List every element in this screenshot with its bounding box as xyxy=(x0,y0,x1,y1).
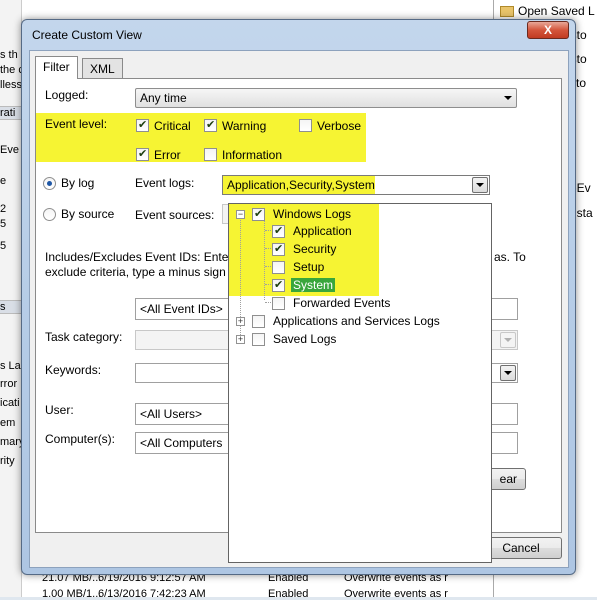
bg-action-label: to xyxy=(576,76,587,90)
tree-node-label: Saved Logs xyxy=(273,332,337,346)
chevron-down-icon xyxy=(476,183,484,187)
log-policy: Overwrite events as r xyxy=(344,588,448,600)
event-logs-value: Application,Security,System xyxy=(227,178,375,192)
critical-label: Critical xyxy=(154,119,191,133)
bg-left-text: 5 xyxy=(0,218,7,230)
bg-left-header: s xyxy=(0,300,22,314)
task-category-label: Task category: xyxy=(45,330,123,344)
applications-services-checkbox[interactable] xyxy=(252,315,265,328)
log-size: 1.00 MB/1... xyxy=(42,588,102,600)
includes-description-line1-end: as. To xyxy=(494,250,526,264)
logged-label: Logged: xyxy=(45,88,89,102)
tree-node-label: Forwarded Events xyxy=(293,296,391,310)
bg-action-open-saved[interactable]: Open Saved L xyxy=(500,4,597,18)
warning-checkbox[interactable] xyxy=(204,119,217,132)
tab-xml[interactable]: XML xyxy=(82,58,123,79)
by-source-label: By source xyxy=(61,207,115,221)
application-checkbox[interactable] xyxy=(272,225,285,238)
tree-node-label: Applications and Services Logs xyxy=(273,314,440,328)
information-checkbox[interactable] xyxy=(204,148,217,161)
log-date: 6/13/2016 7:42:23 AM xyxy=(98,588,206,600)
tree-node-label: Application xyxy=(293,224,352,238)
error-checkbox[interactable] xyxy=(136,148,149,161)
chevron-down-icon xyxy=(504,371,512,375)
tree-node-label: Security xyxy=(293,242,337,256)
bg-left-text: 2 xyxy=(0,203,7,215)
task-category-dropdown-button[interactable] xyxy=(500,332,516,348)
error-label: Error xyxy=(154,148,181,162)
tree-node-label: Windows Logs xyxy=(273,207,352,221)
tab-filter[interactable]: Filter xyxy=(35,56,78,79)
dialog-title: Create Custom View xyxy=(32,28,142,42)
background-left-pane: s th the c lless rati Eve e 2 5 5 s s La… xyxy=(0,0,22,597)
verbose-label: Verbose xyxy=(317,119,362,133)
event-logs-dropdown[interactable]: Application,Security,System xyxy=(222,175,490,195)
event-ids-value: <All Event IDs> xyxy=(140,302,223,316)
user-label: User: xyxy=(45,403,74,417)
keywords-dropdown-button[interactable] xyxy=(500,365,516,381)
close-button[interactable]: X xyxy=(527,21,569,39)
security-checkbox[interactable] xyxy=(272,243,285,256)
keywords-label: Keywords: xyxy=(45,363,102,377)
computers-value: <All Computers xyxy=(140,436,223,450)
expand-icon[interactable]: + xyxy=(236,335,245,344)
chevron-down-icon xyxy=(504,338,512,342)
chevron-down-icon xyxy=(504,96,512,100)
bg-left-text: e xyxy=(0,175,7,187)
bg-action-label: Open Saved L xyxy=(518,4,595,18)
computers-label: Computer(s): xyxy=(45,432,116,446)
log-status: Enabled xyxy=(268,588,309,600)
event-sources-label: Event sources: xyxy=(135,208,215,222)
event-logs-tree-popup: − Windows Logs Application Security Setu… xyxy=(228,203,492,563)
background-top-strip xyxy=(22,0,493,6)
bg-left-text: mary xyxy=(0,436,22,448)
bg-left-header: rati xyxy=(0,106,22,120)
collapse-icon[interactable]: − xyxy=(236,210,245,219)
information-label: Information xyxy=(222,148,283,162)
bg-left-text: 5 xyxy=(0,240,7,252)
expand-icon[interactable]: + xyxy=(236,317,245,326)
event-logs-label: Event logs: xyxy=(135,176,195,190)
logged-dropdown[interactable]: Any time xyxy=(135,88,517,108)
bg-left-text: lless xyxy=(0,79,22,91)
folder-icon xyxy=(500,6,514,18)
by-log-radio[interactable] xyxy=(43,177,56,190)
bg-left-text: s th xyxy=(0,49,18,61)
bg-left-text: the c xyxy=(0,64,22,76)
bg-left-text: rity xyxy=(0,455,15,467)
critical-checkbox[interactable] xyxy=(136,119,149,132)
bg-left-text: em xyxy=(0,417,16,429)
verbose-checkbox[interactable] xyxy=(299,119,312,132)
cancel-button[interactable]: Cancel xyxy=(480,537,562,559)
warning-label: Warning xyxy=(222,119,267,133)
saved-logs-checkbox[interactable] xyxy=(252,333,265,346)
table-row: 1.00 MB/1... 6/13/2016 7:42:23 AM Enable… xyxy=(42,588,448,600)
bg-left-text: rror xyxy=(0,378,18,390)
includes-description-line1: Includes/Excludes Event IDs: Enter xyxy=(45,250,233,264)
logged-value: Any time xyxy=(140,91,187,105)
includes-description-line2: exclude criteria, type a minus sign xyxy=(45,265,226,279)
forwarded-events-checkbox[interactable] xyxy=(272,297,285,310)
by-source-radio[interactable] xyxy=(43,208,56,221)
by-log-label: By log xyxy=(61,176,95,190)
system-checkbox[interactable] xyxy=(272,279,285,292)
bg-left-text: icati xyxy=(0,397,20,409)
tree-node-label: Setup xyxy=(293,260,325,274)
title-bar[interactable]: Create Custom View X xyxy=(22,20,575,50)
tree-node-label-selected: System xyxy=(291,278,336,292)
bg-left-text: s Las xyxy=(0,360,22,372)
event-level-label: Event level: xyxy=(45,117,108,131)
event-logs-dropdown-button[interactable] xyxy=(472,177,488,193)
setup-checkbox[interactable] xyxy=(272,261,285,274)
user-value: <All Users> xyxy=(140,407,203,421)
bg-left-text: Eve xyxy=(0,144,19,156)
windows-logs-checkbox[interactable] xyxy=(252,208,265,221)
